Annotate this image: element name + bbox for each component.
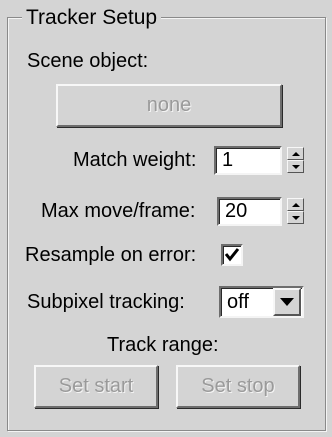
set-start-button[interactable]: Set start xyxy=(34,365,158,408)
spinner-up-icon[interactable] xyxy=(287,147,304,160)
set-stop-button[interactable]: Set stop xyxy=(176,365,300,408)
checkmark-icon xyxy=(224,248,240,262)
spinner-down-icon[interactable] xyxy=(287,160,304,173)
match-weight-label: Match weight: xyxy=(73,149,197,171)
spinner-up-icon[interactable] xyxy=(287,198,304,211)
match-weight-input[interactable]: 1 xyxy=(214,146,282,175)
max-move-label: Max move/frame: xyxy=(41,200,196,222)
spinner-down-icon[interactable] xyxy=(287,211,304,224)
match-weight-spinner[interactable] xyxy=(287,147,304,173)
resample-label: Resample on error: xyxy=(25,244,197,266)
track-range-label: Track range: xyxy=(107,334,219,356)
max-move-input[interactable]: 20 xyxy=(217,197,282,226)
scene-object-label: Scene object: xyxy=(27,50,149,72)
group-title: Tracker Setup xyxy=(22,5,162,30)
subpixel-value: off xyxy=(227,291,249,313)
max-move-spinner[interactable] xyxy=(287,198,304,224)
subpixel-label: Subpixel tracking: xyxy=(27,291,185,313)
resample-checkbox[interactable] xyxy=(221,244,243,266)
scene-object-button[interactable]: none xyxy=(56,84,282,127)
dropdown-arrow-icon[interactable] xyxy=(273,288,301,316)
